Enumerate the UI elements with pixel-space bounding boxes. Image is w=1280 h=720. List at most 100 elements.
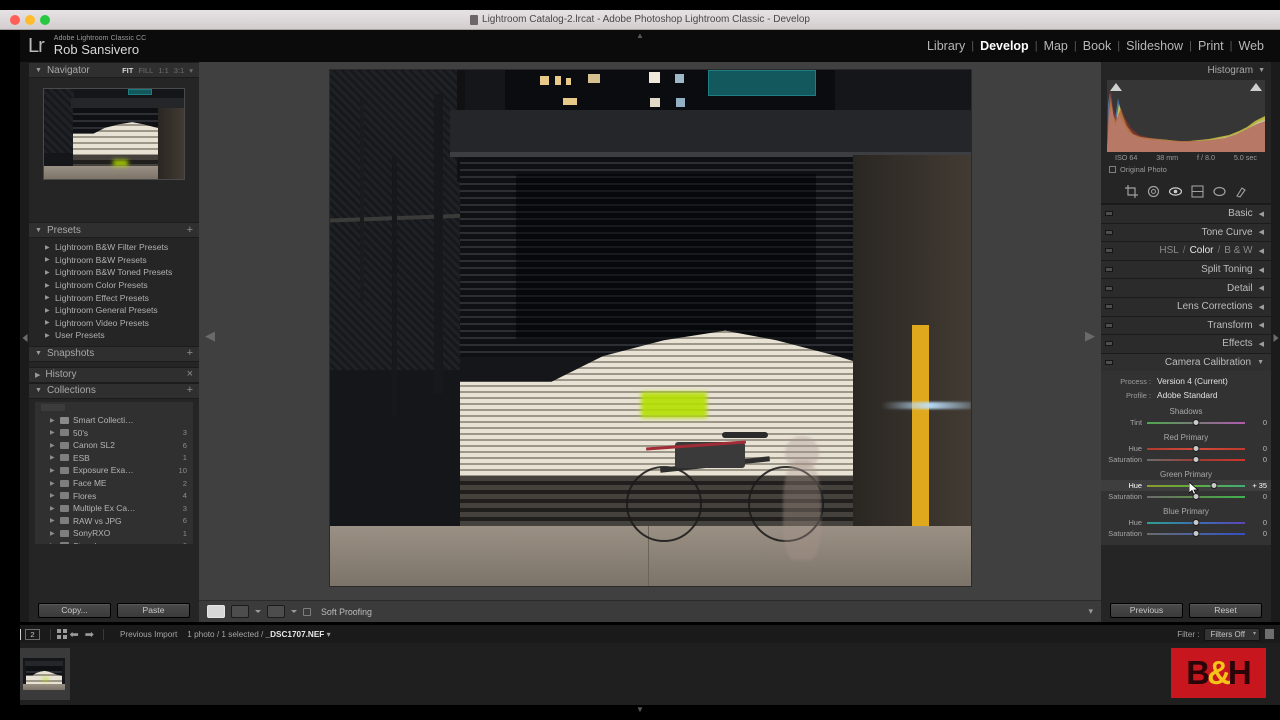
shadow-clipping-icon[interactable] xyxy=(1110,83,1122,91)
previous-button[interactable]: Previous xyxy=(1110,602,1183,618)
graduated-filter-tool-icon[interactable] xyxy=(1190,185,1204,198)
section-split-toning[interactable]: Split Toning ◀ xyxy=(1101,259,1271,279)
slider-track[interactable] xyxy=(1147,517,1245,528)
collection-item-exposure-examples[interactable]: ▶ Exposure Exa… 10 xyxy=(35,464,193,477)
hsl-mode-hsl[interactable]: HSL xyxy=(1159,245,1178,256)
module-library[interactable]: Library xyxy=(921,39,971,53)
filmstrip-source-label[interactable]: Previous Import xyxy=(120,630,177,639)
profile-value[interactable]: Adobe Standard xyxy=(1157,390,1218,400)
history-header[interactable]: ▶ History × xyxy=(29,366,199,383)
module-web[interactable]: Web xyxy=(1233,39,1270,53)
bottom-collapse-bar[interactable]: ▼ xyxy=(0,705,1280,720)
soft-proofing-checkbox[interactable] xyxy=(303,607,311,616)
clear-history-button[interactable]: × xyxy=(187,369,193,380)
process-value[interactable]: Version 4 (Current) xyxy=(1157,376,1228,386)
before-after-lr-button[interactable] xyxy=(231,605,249,618)
slider-value[interactable]: 0 xyxy=(1245,492,1267,501)
slider-track[interactable] xyxy=(1147,443,1245,454)
close-window-button[interactable] xyxy=(10,15,20,25)
toolbar-dropdown-icon[interactable]: ▾ xyxy=(1088,606,1093,617)
collection-item-sonyrxo[interactable]: ▶ SonyRXO 1 xyxy=(35,527,193,540)
slider-value[interactable]: 0 xyxy=(1245,455,1267,464)
zoom-3-1[interactable]: 3:1 xyxy=(174,66,184,75)
section-tone-curve[interactable]: Tone Curve ◀ xyxy=(1101,222,1271,242)
module-develop[interactable]: Develop xyxy=(974,39,1035,53)
preset-group-general[interactable]: ▶ Lightroom General Presets xyxy=(29,304,199,317)
module-picker[interactable]: Library | Develop | Map | Book | Slidesh… xyxy=(921,39,1270,53)
collection-item-strawberry[interactable]: ▶ Strawberry 6 xyxy=(35,540,193,544)
panel-switch-icon[interactable] xyxy=(1105,322,1113,328)
slider-track[interactable] xyxy=(1147,528,1245,539)
slider-track[interactable] xyxy=(1147,454,1245,465)
panel-switch-icon[interactable] xyxy=(1105,267,1113,273)
panel-switch-icon[interactable] xyxy=(1105,285,1113,291)
radial-filter-tool-icon[interactable] xyxy=(1212,185,1226,198)
original-photo-checkbox[interactable] xyxy=(1109,166,1116,173)
section-transform[interactable]: Transform ◀ xyxy=(1101,315,1271,335)
panel-switch-icon[interactable] xyxy=(1105,341,1113,347)
zoom-fit[interactable]: FIT xyxy=(122,66,133,75)
section-camera-calibration[interactable]: Camera Calibration ▼ xyxy=(1101,352,1271,372)
navigator-header[interactable]: ▼ Navigator FIT FILL 1:1 3:1 ▾ xyxy=(29,62,199,78)
slider-value[interactable]: 0 xyxy=(1245,518,1267,527)
previous-photo-icon[interactable]: ◀ xyxy=(205,328,215,344)
top-panel-collapse-icon[interactable]: ▲ xyxy=(636,31,644,40)
slider-track[interactable] xyxy=(1147,417,1245,428)
module-map[interactable]: Map xyxy=(1038,39,1074,53)
screen-2-button[interactable]: 2 xyxy=(25,628,40,640)
zoom-dropdown-icon[interactable]: ▾ xyxy=(189,66,193,75)
hsl-mode-bw[interactable]: B & W xyxy=(1224,245,1252,256)
module-print[interactable]: Print xyxy=(1192,39,1230,53)
chevron-down-icon[interactable] xyxy=(255,610,261,613)
paste-settings-button[interactable]: Paste xyxy=(117,602,190,618)
filename-dropdown-icon[interactable]: ▾ xyxy=(327,630,331,639)
slider-thumb[interactable] xyxy=(1192,530,1200,538)
panel-switch-icon[interactable] xyxy=(1105,211,1113,217)
navigator-preview[interactable] xyxy=(43,88,185,180)
collection-item-face-me[interactable]: ▶ Face ME 2 xyxy=(35,477,193,490)
slider-shadows-tint[interactable]: Tint 0 xyxy=(1101,417,1271,428)
presets-header[interactable]: ▼ Presets + xyxy=(29,222,199,238)
section-basic[interactable]: Basic ◀ xyxy=(1101,204,1271,223)
identity-plate[interactable]: Adobe Lightroom Classic CC Rob Sansivero xyxy=(54,35,146,57)
module-slideshow[interactable]: Slideshow xyxy=(1120,39,1189,53)
maximize-window-button[interactable] xyxy=(40,15,50,25)
panel-switch-icon[interactable] xyxy=(1105,248,1113,254)
panel-switch-icon[interactable] xyxy=(1105,304,1113,310)
slider-value[interactable]: 0 xyxy=(1245,529,1267,538)
slider-thumb[interactable] xyxy=(1192,445,1200,453)
develop-photo[interactable] xyxy=(329,70,971,586)
histogram-header[interactable]: Histogram ▼ xyxy=(1101,62,1271,78)
filter-flag-icon[interactable] xyxy=(1265,629,1274,639)
collection-item-smart[interactable]: ▶ Smart Collecti… xyxy=(35,414,193,427)
slider-track[interactable] xyxy=(1147,480,1245,491)
loupe-view-button[interactable] xyxy=(207,605,225,618)
develop-tool-strip[interactable] xyxy=(1101,180,1271,204)
section-detail[interactable]: Detail ◀ xyxy=(1101,278,1271,297)
preset-group-effect[interactable]: ▶ Lightroom Effect Presets xyxy=(29,291,199,304)
before-after-tb-button[interactable] xyxy=(267,605,285,618)
slider-blue-hue[interactable]: Hue 0 xyxy=(1101,517,1271,528)
slider-thumb[interactable] xyxy=(1210,482,1218,490)
preset-group-bw[interactable]: ▶ Lightroom B&W Presets xyxy=(29,254,199,267)
module-book[interactable]: Book xyxy=(1077,39,1118,53)
collections-search-field[interactable] xyxy=(41,403,65,411)
add-preset-button[interactable]: + xyxy=(187,224,193,236)
collection-item-50s[interactable]: ▶ 50's 3 xyxy=(35,426,193,439)
slider-thumb[interactable] xyxy=(1192,519,1200,527)
window-controls[interactable] xyxy=(10,15,50,25)
collection-item-esb[interactable]: ▶ ESB 1 xyxy=(35,452,193,465)
crop-overlay-tool-icon[interactable] xyxy=(1124,185,1138,198)
soft-proofing-label[interactable]: Soft Proofing xyxy=(321,607,372,617)
zoom-1-1[interactable]: 1:1 xyxy=(158,66,168,75)
snapshots-header[interactable]: ▼ Snapshots + xyxy=(29,345,199,362)
original-photo-row[interactable]: Original Photo xyxy=(1109,165,1271,174)
slider-value[interactable]: + 35 xyxy=(1245,481,1267,490)
section-lens-corrections[interactable]: Lens Corrections ◀ xyxy=(1101,296,1271,316)
hsl-mode-color[interactable]: Color xyxy=(1190,245,1214,256)
slider-red-saturation[interactable]: Saturation 0 xyxy=(1101,454,1271,465)
minimize-window-button[interactable] xyxy=(25,15,35,25)
preset-group-bw-toned[interactable]: ▶ Lightroom B&W Toned Presets xyxy=(29,266,199,279)
grid-view-icon[interactable] xyxy=(57,629,67,639)
slider-blue-saturation[interactable]: Saturation 0 xyxy=(1101,528,1271,539)
